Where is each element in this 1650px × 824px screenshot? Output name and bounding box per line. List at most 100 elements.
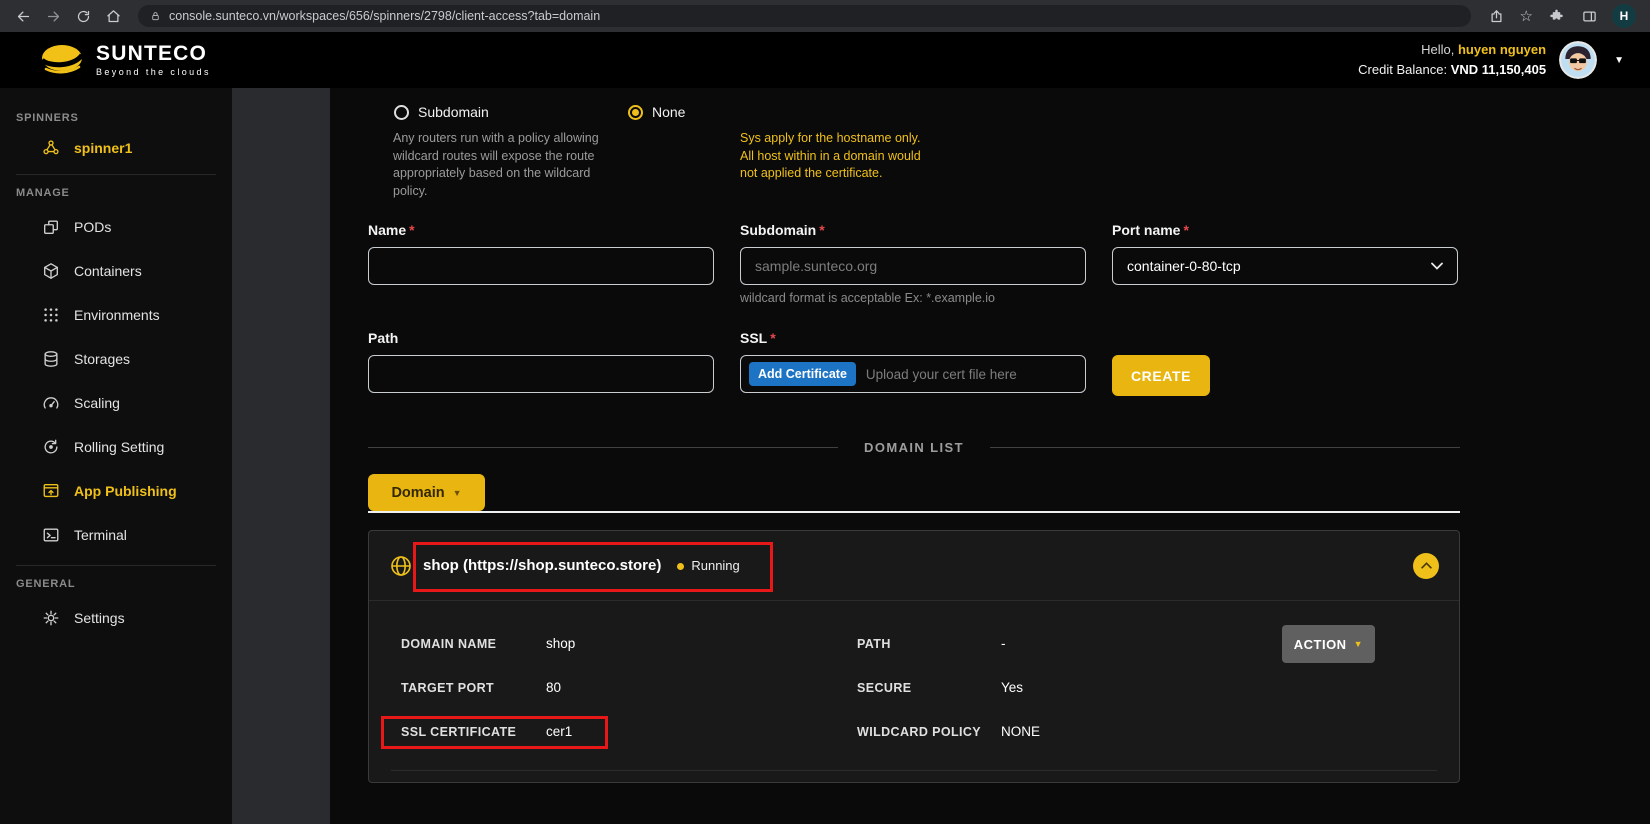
sidebar-item-label: Containers — [74, 263, 142, 279]
radio-none-label: None — [652, 104, 685, 120]
sidebar-item-environments[interactable]: Environments — [0, 293, 232, 337]
sidebar-divider — [16, 174, 216, 175]
detail-value: shop — [546, 636, 575, 651]
detail-label: SECURE — [857, 681, 912, 695]
content-gutter — [232, 88, 330, 824]
bookmark-star-icon[interactable]: ☆ — [1520, 7, 1533, 25]
ssl-upload-field[interactable]: Add Certificate Upload your cert file he… — [740, 355, 1086, 393]
side-panel-icon[interactable] — [1579, 4, 1599, 28]
port-name-select[interactable]: container-0-80-tcp — [1112, 247, 1458, 285]
sidebar-item-label: Rolling Setting — [74, 439, 164, 455]
browser-toolbar: console.sunteco.vn/workspaces/656/spinne… — [0, 0, 1650, 32]
greeting-text: Hello, — [1421, 42, 1454, 57]
collapse-button[interactable] — [1413, 553, 1439, 579]
browser-profile-avatar[interactable]: H — [1612, 4, 1636, 28]
sidebar: SPINNERS spinner1 MANAGE PODs Containers… — [0, 88, 232, 824]
sidebar-item-containers[interactable]: Containers — [0, 249, 232, 293]
detail-value: cer1 — [546, 724, 572, 739]
sidebar-section-spinners: SPINNERS — [0, 112, 232, 124]
sidebar-item-scaling[interactable]: Scaling — [0, 381, 232, 425]
radio-none[interactable]: None — [628, 104, 685, 120]
detail-value: NONE — [1001, 724, 1040, 739]
subdomain-description: Any routers run with a policy allowing w… — [393, 130, 611, 200]
domain-list-divider: DOMAIN LIST — [368, 440, 1460, 455]
account-summary: Hello, huyen nguyen Credit Balance: VND … — [1358, 40, 1546, 80]
tab-domain[interactable]: Domain ▼ — [368, 474, 485, 511]
home-icon[interactable] — [100, 4, 126, 28]
sidebar-item-label: Scaling — [74, 395, 120, 411]
create-button[interactable]: CREATE — [1112, 355, 1210, 396]
status-dot-icon — [677, 563, 684, 570]
required-asterisk: * — [1183, 222, 1188, 238]
caret-down-icon: ▼ — [453, 488, 462, 498]
domain-card: shop (https://shop.sunteco.store) Runnin… — [368, 530, 1460, 783]
tab-domain-label: Domain — [391, 485, 444, 501]
required-asterisk: * — [770, 330, 775, 346]
radio-subdomain-circle[interactable] — [394, 105, 409, 120]
brand-tagline: Beyond the clouds — [96, 67, 211, 77]
sidebar-item-rolling-setting[interactable]: Rolling Setting — [0, 425, 232, 469]
credit-balance-label: Credit Balance: — [1358, 62, 1447, 77]
sidebar-item-spinner1[interactable]: spinner1 — [0, 130, 232, 166]
extensions-icon[interactable] — [1546, 4, 1566, 28]
detail-label: SSL CERTIFICATE — [401, 725, 516, 739]
path-input[interactable] — [368, 355, 714, 393]
page: console.sunteco.vn/workspaces/656/spinne… — [0, 0, 1650, 824]
rolling-setting-icon — [42, 438, 60, 456]
sidebar-item-terminal[interactable]: Terminal — [0, 513, 232, 557]
divider-line — [368, 447, 838, 448]
detail-value: - — [1001, 636, 1006, 651]
radio-subdomain[interactable]: Subdomain — [394, 104, 489, 120]
sidebar-item-label: PODs — [74, 219, 111, 235]
detail-label: DOMAIN NAME — [401, 637, 496, 651]
action-button[interactable]: ACTION ▼ — [1282, 625, 1375, 663]
spinner-icon — [42, 139, 60, 157]
subdomain-label: Subdomain* — [740, 222, 825, 238]
subdomain-input[interactable] — [740, 247, 1086, 285]
radio-subdomain-label: Subdomain — [418, 104, 489, 120]
domain-card-title: shop (https://shop.sunteco.store) — [423, 557, 661, 574]
chevron-up-icon — [1421, 562, 1432, 569]
pods-icon — [42, 218, 60, 236]
detail-value: 80 — [546, 680, 561, 695]
back-icon[interactable] — [10, 4, 36, 28]
sidebar-item-pods[interactable]: PODs — [0, 205, 232, 249]
required-asterisk: * — [819, 222, 824, 238]
subdomain-help-text: wildcard format is acceptable Ex: *.exam… — [740, 291, 995, 305]
ssl-placeholder-text: Upload your cert file here — [866, 367, 1017, 382]
sidebar-divider — [16, 565, 216, 566]
detail-label: TARGET PORT — [401, 681, 494, 695]
user-avatar[interactable] — [1559, 41, 1597, 79]
sidebar-item-storages[interactable]: Storages — [0, 337, 232, 381]
share-icon[interactable] — [1487, 4, 1507, 28]
add-certificate-button[interactable]: Add Certificate — [749, 362, 856, 386]
forward-icon[interactable] — [40, 4, 66, 28]
sidebar-item-settings[interactable]: Settings — [0, 596, 232, 640]
radio-none-circle[interactable] — [628, 105, 643, 120]
sidebar-item-app-publishing[interactable]: App Publishing — [0, 469, 232, 513]
status-badge: Running — [691, 558, 739, 573]
client-access-content: Subdomain Any routers run with a policy … — [330, 88, 1650, 824]
sidebar-section-manage: MANAGE — [0, 187, 232, 199]
brand-name: SUNTECO — [96, 43, 211, 64]
account-caret-icon[interactable]: ▼ — [1610, 51, 1628, 70]
refresh-icon[interactable] — [70, 4, 96, 28]
sunteco-logo-icon — [40, 43, 86, 77]
domain-card-body: DOMAIN NAME shop PATH - TARGET PORT 80 S… — [369, 601, 1459, 783]
address-bar[interactable]: console.sunteco.vn/workspaces/656/spinne… — [138, 5, 1471, 27]
port-name-label: Port name* — [1112, 222, 1189, 238]
detail-label: WILDCARD POLICY — [857, 725, 981, 739]
app-publishing-icon — [42, 482, 60, 500]
storages-icon — [42, 350, 60, 368]
browser-actions: ☆ H — [1483, 4, 1640, 28]
path-label: Path — [368, 330, 398, 346]
app-header: SUNTECO Beyond the clouds Hello, huyen n… — [0, 32, 1650, 88]
globe-icon — [389, 554, 413, 578]
name-label: Name* — [368, 222, 415, 238]
detail-label: PATH — [857, 637, 891, 651]
credit-balance-value: VND 11,150,405 — [1451, 62, 1546, 77]
terminal-icon — [42, 526, 60, 544]
name-input[interactable] — [368, 247, 714, 285]
card-divider — [391, 770, 1437, 771]
domain-card-header[interactable]: shop (https://shop.sunteco.store) Runnin… — [369, 531, 1459, 601]
